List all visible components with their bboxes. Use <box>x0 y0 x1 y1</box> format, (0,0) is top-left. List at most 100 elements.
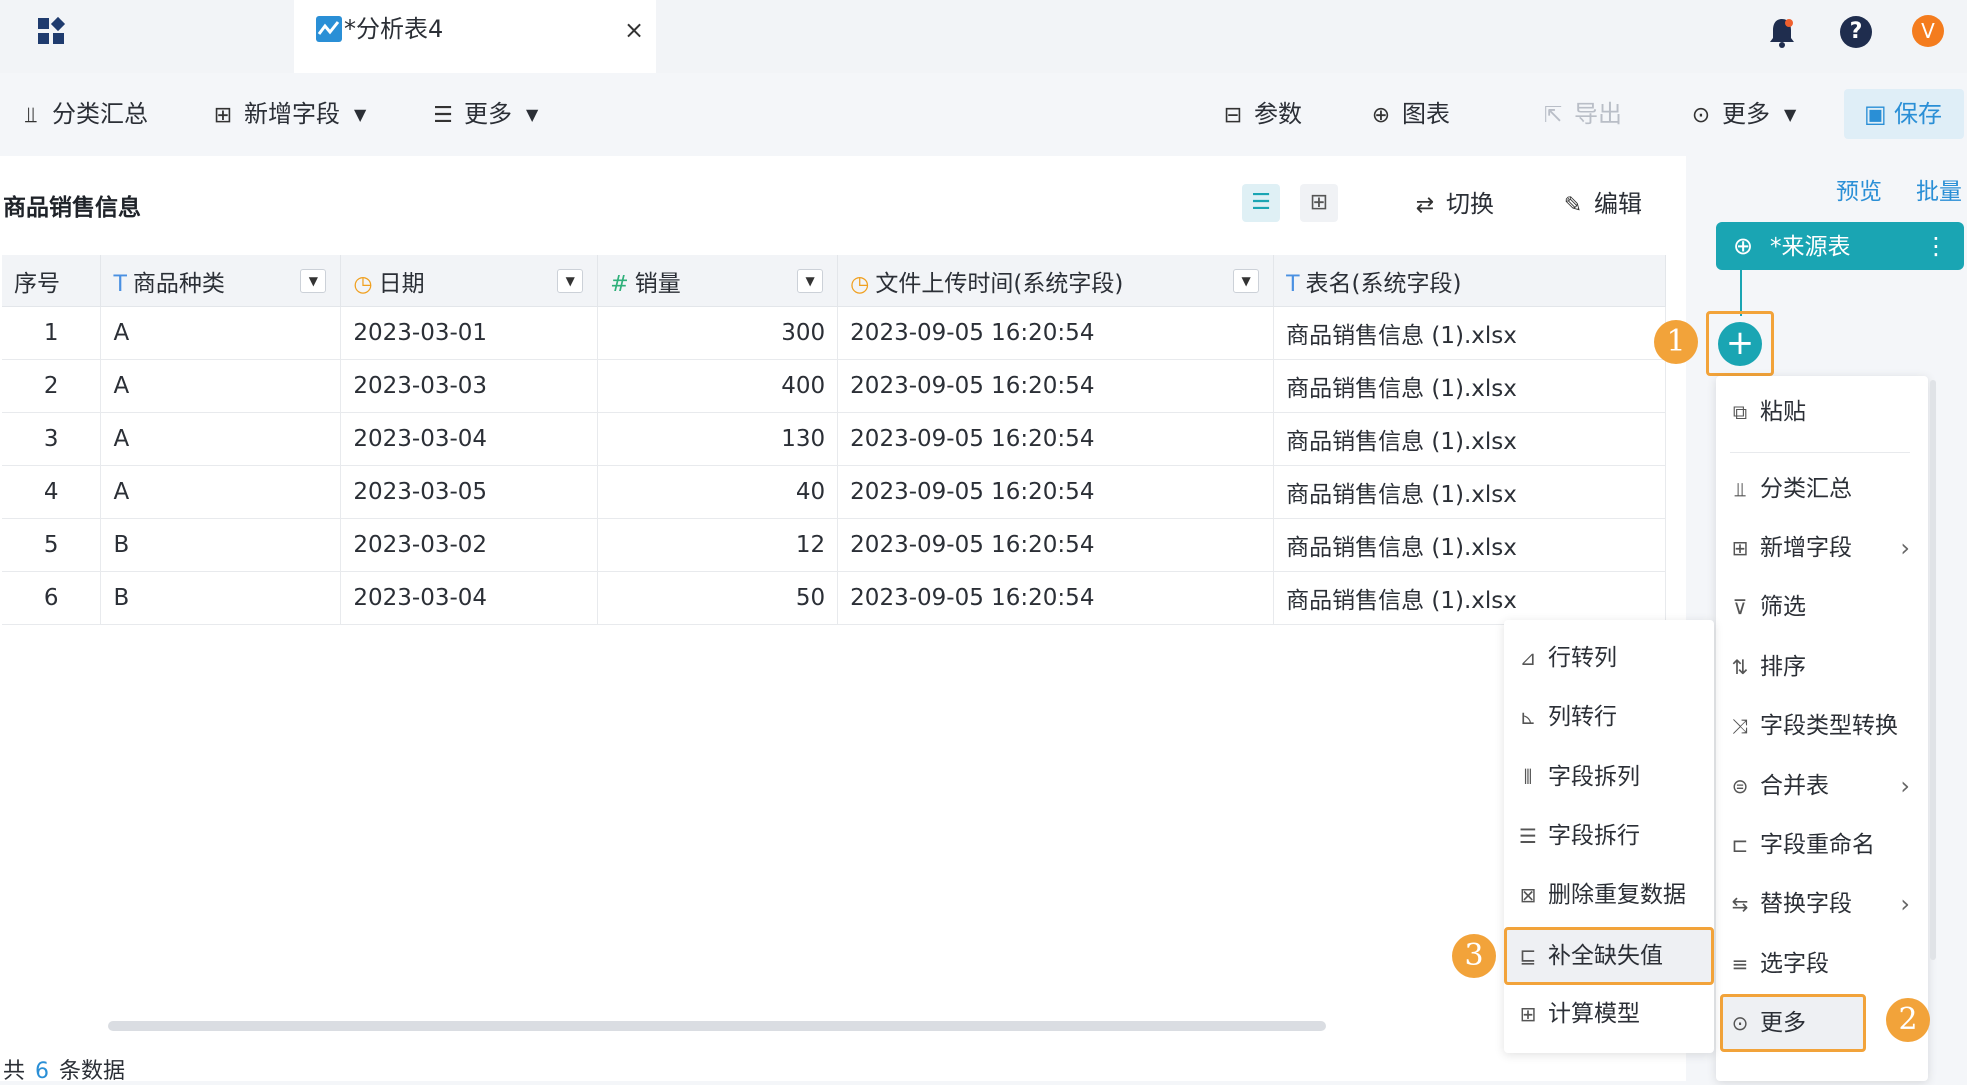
type-convert-icon: ⤨ <box>1732 714 1748 738</box>
table-row[interactable]: 3 A 2023-03-04 130 2023-09-05 16:20:54 商品销售信息… <box>2 412 1666 466</box>
caret-down-icon: ▼ <box>526 105 539 124</box>
menu-item-type-convert[interactable]: ⤨ 字段类型转换 <box>1730 702 1910 750</box>
chevron-right-icon: › <box>1900 890 1910 918</box>
chart-tab-icon <box>316 16 342 42</box>
column-header-upload-time[interactable]: ◷ 文件上传时间(系统字段) ▼ <box>837 255 1275 307</box>
close-icon[interactable]: × <box>624 14 644 46</box>
more-circle-icon: ⊙ <box>1691 103 1711 128</box>
chevron-right-icon: › <box>1900 534 1910 562</box>
table-header-row: 序号 T 商品种类 ▼ ◷ 日期 ▼ # 销量 ▼ ◷ 文件上传时间(系统字段) ▼ T 表名(系… <box>2 255 1666 307</box>
list-view-icon[interactable]: ☰ <box>1242 184 1280 222</box>
column-header-date[interactable]: ◷ 日期 ▼ <box>340 255 599 307</box>
table-row[interactable]: 1 A 2023-03-01 300 2023-09-05 16:20:54 商品销售信息… <box>2 306 1666 360</box>
save-button[interactable]: ▣ 保存 <box>1844 89 1964 139</box>
bell-icon[interactable] <box>1766 16 1798 50</box>
chart-button[interactable]: ⊕ 图表 <box>1370 97 1450 131</box>
help-icon[interactable]: ? <box>1840 16 1872 48</box>
menu-item-merge-table[interactable]: ⊜ 合并表 › <box>1730 762 1910 810</box>
flow-connector <box>1740 270 1742 316</box>
params-button[interactable]: ⊟ 参数 <box>1222 97 1302 131</box>
menu-item-group-summary[interactable]: ⫫ 分类汇总 <box>1730 465 1910 513</box>
preview-link[interactable]: 预览 <box>1836 172 1882 206</box>
menu-item-select-field[interactable]: ≡ 选字段 <box>1730 940 1910 988</box>
dropdown-icon[interactable]: ▼ <box>300 269 327 293</box>
menu-item-more[interactable]: ⊙ 更多 <box>1730 999 1860 1047</box>
submenu-item-col-to-row[interactable]: ⊾ 列转行 <box>1518 693 1698 741</box>
group-summary-icon: ⫫ <box>1734 477 1746 501</box>
step-badge-2: 2 <box>1886 998 1930 1042</box>
params-icon: ⊟ <box>1223 103 1243 128</box>
submenu-item-calc-model[interactable]: ⊞ 计算模型 <box>1518 990 1698 1038</box>
dropdown-icon[interactable]: ▼ <box>1233 269 1260 293</box>
kebab-menu-icon[interactable]: ⋮ <box>1924 222 1948 270</box>
menu-item-add-field[interactable]: ⊞ 新增字段 › <box>1730 524 1910 572</box>
submenu-item-fill-missing[interactable]: ⊑ 补全缺失值 <box>1518 932 1698 980</box>
column-header-table-name[interactable]: T 表名(系统字段) <box>1273 255 1666 307</box>
menu-item-filter[interactable]: ⊽ 筛选 <box>1730 583 1910 631</box>
plus-circle-icon: ⊕ <box>1371 103 1391 128</box>
submenu-item-row-to-col[interactable]: ⊿ 行转列 <box>1518 634 1698 682</box>
text-type-icon: T <box>113 271 127 297</box>
export-icon: ⇱ <box>1543 103 1563 128</box>
filter-icon: ⊽ <box>1732 595 1748 619</box>
rename-icon: ⊏ <box>1731 833 1749 857</box>
data-table: 序号 T 商品种类 ▼ ◷ 日期 ▼ # 销量 ▼ ◷ 文件上传时间(系统字段) ▼ T 表名(系… <box>2 255 1666 625</box>
export-button[interactable]: ⇱ 导出 <box>1542 97 1622 131</box>
source-table-node[interactable]: ⊕ *来源表 ⋮ <box>1716 222 1964 270</box>
add-step-button[interactable]: + <box>1718 322 1762 366</box>
sort-icon: ⇅ <box>1731 655 1749 679</box>
table-row[interactable]: 4 A 2023-03-05 40 2023-09-05 16:20:54 商品销售信息 … <box>2 465 1666 519</box>
submenu-item-split-col[interactable]: ⫴ 字段拆列 <box>1518 753 1698 801</box>
submenu-item-dedupe[interactable]: ⊠ 删除重复数据 <box>1518 871 1698 919</box>
menu-scrollbar[interactable] <box>1930 380 1936 960</box>
menu-item-sort[interactable]: ⇅ 排序 <box>1730 643 1910 691</box>
edit-button[interactable]: ✎ 编辑 <box>1562 187 1642 221</box>
swap-icon: ⇄ <box>1415 193 1435 218</box>
date-type-icon: ◷ <box>850 271 870 297</box>
column-header-category[interactable]: T 商品种类 ▼ <box>100 255 342 307</box>
apps-grid-icon[interactable] <box>36 16 68 48</box>
group-summary-icon: ⫫ <box>24 103 38 128</box>
split-row-icon: ☰ <box>1519 824 1537 848</box>
dropdown-icon[interactable]: ▼ <box>557 269 584 293</box>
target-icon: ⊕ <box>1732 232 1754 260</box>
menu-item-rename[interactable]: ⊏ 字段重命名 <box>1730 821 1910 869</box>
grid-view-icon[interactable]: ⊞ <box>1300 184 1338 222</box>
tab-title: *分析表4 <box>344 15 444 43</box>
split-col-icon: ⫴ <box>1523 765 1533 789</box>
batch-link[interactable]: 批量 <box>1916 172 1962 206</box>
menu-item-paste[interactable]: ⧉ 粘贴 <box>1730 388 1910 436</box>
table-row[interactable]: 5 B 2023-03-02 12 2023-09-05 16:20:54 商品销售信息 … <box>2 518 1666 572</box>
table-row[interactable]: 6 B 2023-03-04 50 2023-09-05 16:20:54 商品销售信息 … <box>2 571 1666 625</box>
dropdown-icon[interactable]: ▼ <box>797 269 824 293</box>
dedupe-icon: ⊠ <box>1519 883 1537 907</box>
add-field-button[interactable]: ⊞ 新增字段 ▼ <box>212 97 367 131</box>
column-header-index[interactable]: 序号 <box>2 255 102 307</box>
page-title: 商品销售信息 <box>3 195 141 221</box>
submenu-item-split-row[interactable]: ☰ 字段拆行 <box>1518 812 1698 860</box>
avatar[interactable]: V <box>1912 15 1944 47</box>
fill-missing-icon: ⊑ <box>1519 944 1537 968</box>
group-summary-button[interactable]: ⫫ 分类汇总 <box>20 97 148 131</box>
horizontal-scrollbar[interactable] <box>108 1021 1326 1031</box>
step-badge-3: 3 <box>1452 934 1496 978</box>
more-left-button[interactable]: ☰ 更多 ▼ <box>432 97 538 131</box>
switch-button[interactable]: ⇄ 切换 <box>1414 187 1494 221</box>
menu-item-replace-field[interactable]: ⇆ 替换字段 › <box>1730 880 1910 928</box>
row-to-col-icon: ⊿ <box>1519 646 1537 670</box>
select-field-icon: ≡ <box>1731 952 1749 976</box>
col-to-row-icon: ⊾ <box>1519 705 1537 729</box>
more-circle-icon: ⊙ <box>1731 1011 1749 1035</box>
calc-model-icon: ⊞ <box>1519 1002 1537 1026</box>
step-badge-1: 1 <box>1654 320 1698 364</box>
number-type-icon: # <box>610 271 629 297</box>
add-field-icon: ⊞ <box>1731 536 1749 560</box>
edit-icon: ✎ <box>1563 193 1583 218</box>
row-count: 共 6 条数据 <box>3 1059 126 1084</box>
column-header-sales[interactable]: # 销量 ▼ <box>597 255 839 307</box>
caret-down-icon: ▼ <box>1784 105 1797 124</box>
table-row[interactable]: 2 A 2023-03-03 400 2023-09-05 16:20:54 商品销售信息… <box>2 359 1666 413</box>
caret-down-icon: ▼ <box>354 105 367 124</box>
replace-field-icon: ⇆ <box>1731 892 1749 916</box>
more-right-button[interactable]: ⊙ 更多 ▼ <box>1690 97 1797 131</box>
